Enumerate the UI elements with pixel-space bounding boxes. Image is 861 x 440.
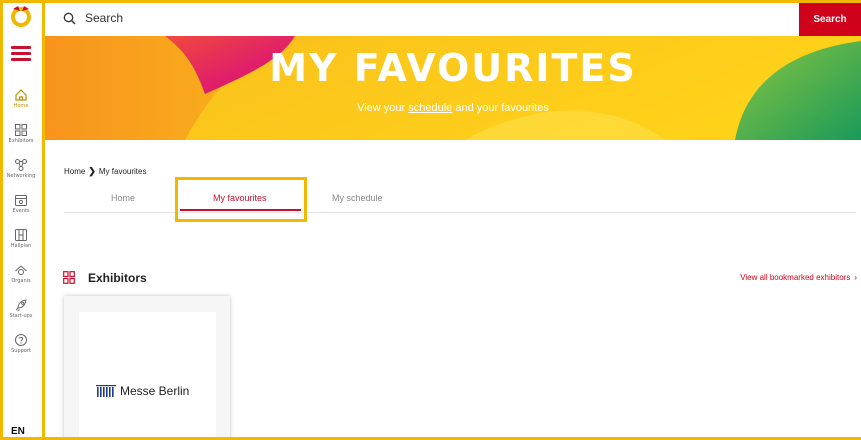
support-icon [15, 334, 27, 346]
language-switcher[interactable]: EN [11, 426, 25, 437]
messe-berlin-logo-icon [96, 385, 116, 397]
breadcrumb-home-link[interactable]: Home [64, 167, 85, 176]
sidebar-item-organis[interactable]: Organis [0, 263, 42, 284]
sidebar-item-start-ups[interactable]: Start-ups [0, 298, 42, 319]
exhibitor-name: Messe Berlin [120, 384, 190, 398]
exhibitors-icon [15, 124, 27, 136]
organis-icon [15, 265, 27, 275]
hallplan-icon [15, 229, 27, 241]
brand-logo-icon[interactable] [7, 4, 35, 30]
sidebar-item-label: Start-ups [9, 313, 33, 319]
sidebar-item-label: Organis [11, 278, 31, 284]
breadcrumb-current: My favourites [98, 167, 147, 176]
search-input[interactable]: Search [85, 11, 123, 25]
sidebar-item-label: Home [13, 103, 29, 109]
sidebar-item-label: Networking [6, 173, 36, 179]
sidebar-item-label: Support [11, 348, 31, 354]
page-title: MY FAVOURITES [269, 46, 637, 90]
events-icon [15, 195, 27, 206]
sidebar-item-networking[interactable]: Networking [0, 158, 42, 179]
banner-subtitle-suffix: and your favourites [455, 102, 549, 114]
view-all-label: View all bookmarked exhibitors [740, 273, 851, 282]
breadcrumb: Home ❯ My favourites [64, 166, 146, 177]
sidebar-item-label: Events [12, 208, 30, 214]
rocket-icon [15, 299, 27, 312]
networking-icon [15, 159, 27, 171]
schedule-link[interactable]: schedule [408, 102, 452, 114]
sidebar-item-label: Exhibitors [8, 138, 34, 144]
tab-home[interactable]: Home [111, 193, 135, 203]
sidebar: Home Exhibitors Networking Events Hallpl… [0, 0, 45, 440]
sidebar-item-exhibitors[interactable]: Exhibitors [0, 123, 42, 144]
banner-subtitle: View your schedule and your favourites [45, 102, 861, 114]
sidebar-item-support[interactable]: Support [0, 333, 42, 354]
top-search-bar: Search Search [45, 0, 861, 36]
hamburger-menu-icon[interactable] [11, 46, 31, 61]
hero-banner: MY FAVOURITES View your schedule and you… [45, 36, 861, 140]
chevron-right-icon: › [854, 273, 857, 282]
home-icon [15, 89, 27, 101]
sidebar-item-events[interactable]: Events [0, 193, 42, 214]
chevron-right-icon: ❯ [88, 166, 96, 176]
banner-subtitle-prefix: View your [357, 102, 406, 114]
exhibitors-section-title: Exhibitors [88, 271, 147, 285]
exhibitors-section-icon [63, 271, 75, 284]
exhibitor-card-body: Messe Berlin [79, 312, 216, 440]
exhibitor-card[interactable]: Messe Berlin [64, 296, 230, 440]
search-button[interactable]: Search [799, 3, 861, 36]
sidebar-item-label: Hallplan [10, 243, 32, 249]
search-icon [63, 12, 76, 25]
exhibitor-logo: Messe Berlin [96, 384, 189, 398]
view-all-bookmarked-exhibitors-link[interactable]: View all bookmarked exhibitors › [740, 273, 857, 282]
sidebar-item-hallplan[interactable]: Hallplan [0, 228, 42, 249]
tab-my-schedule[interactable]: My schedule [332, 193, 383, 203]
sidebar-item-home[interactable]: Home [0, 88, 42, 109]
tab-highlight-box [175, 177, 307, 222]
